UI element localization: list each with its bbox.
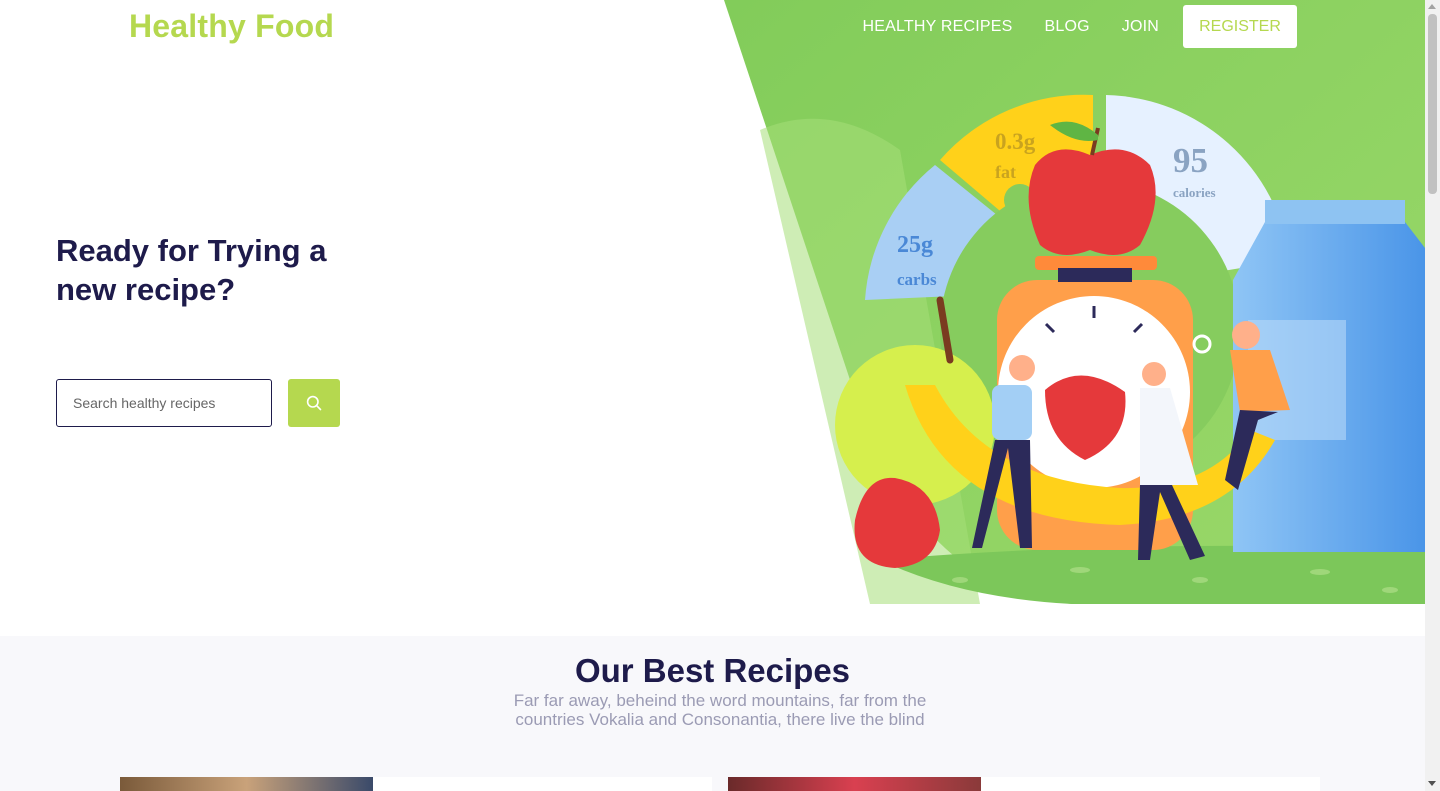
- scroll-thumb[interactable]: [1428, 14, 1437, 194]
- recipe-card-image: [120, 777, 373, 791]
- hero-illustration: [724, 0, 1425, 604]
- recipe-card[interactable]: [120, 777, 712, 791]
- recipe-card-image: [728, 777, 981, 791]
- page-scrollbar[interactable]: [1425, 0, 1440, 791]
- register-button[interactable]: REGISTER: [1183, 5, 1297, 48]
- page: 95 calories 0.3g fat 25g carbs Healthy F…: [0, 0, 1440, 791]
- nav-healthy-recipes[interactable]: HEALTHY RECIPES: [846, 5, 1028, 48]
- carbs-value: 25g: [897, 232, 933, 258]
- section-title: Our Best Recipes: [574, 652, 851, 689]
- calories-label: calories: [1173, 185, 1216, 200]
- section-subtitle: Far far away, beheind the word mountains…: [513, 691, 927, 729]
- fat-value: 0.3g: [995, 129, 1036, 154]
- main-nav: HEALTHY RECIPES BLOG JOIN REGISTER: [846, 5, 1297, 48]
- scroll-down-arrow[interactable]: [1428, 781, 1436, 786]
- carbs-label: carbs: [897, 270, 937, 289]
- nav-blog[interactable]: BLOG: [1028, 5, 1105, 48]
- search-icon: [306, 395, 322, 411]
- nav-join[interactable]: JOIN: [1106, 5, 1175, 48]
- recipe-search-input[interactable]: [56, 379, 272, 427]
- search-button[interactable]: [288, 379, 340, 427]
- fat-label: fat: [995, 162, 1016, 182]
- site-logo[interactable]: Healthy Food: [129, 8, 334, 45]
- calories-value: 95: [1173, 141, 1208, 180]
- best-recipes-section: Our Best Recipes Far far away, beheind t…: [0, 636, 1425, 791]
- recipe-card[interactable]: [728, 777, 1320, 791]
- hero-headline: Ready for Trying a new recipe?: [56, 233, 327, 307]
- hero-section: 95 calories 0.3g fat 25g carbs Healthy F…: [0, 0, 1425, 636]
- scroll-up-arrow[interactable]: [1428, 4, 1436, 9]
